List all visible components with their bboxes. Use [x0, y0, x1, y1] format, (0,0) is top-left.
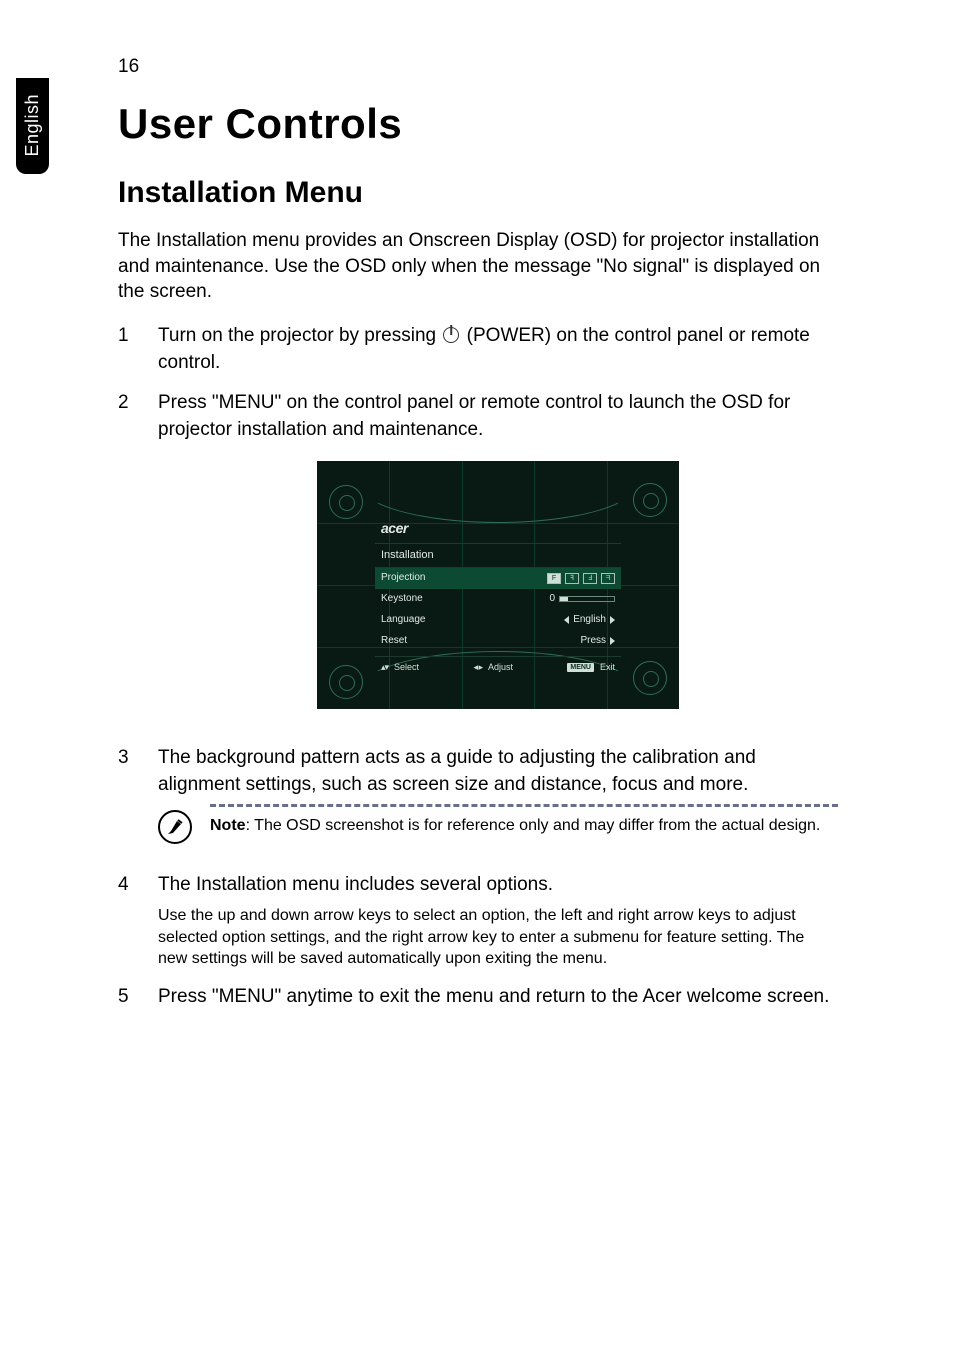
step-4-text: The Installation menu includes several o… — [158, 874, 553, 895]
osd-row-label: Reset — [381, 634, 495, 648]
note-body: : The OSD screenshot is for reference on… — [246, 817, 821, 834]
osd-row-keystone[interactable]: Keystone 0 — [375, 589, 621, 610]
language-value: English — [573, 613, 606, 627]
step-4-subtext: Use the up and down arrow keys to select… — [158, 905, 838, 970]
osd-row-value: F ꟻ Ⅎ ᖷ — [495, 573, 615, 584]
menu-badge: MENU — [567, 663, 594, 673]
osd-row-projection[interactable]: Projection F ꟻ Ⅎ ᖷ — [375, 568, 621, 589]
step-body: The background pattern acts as a guide t… — [158, 745, 838, 858]
step-body: Press "MENU" on the control panel or rem… — [158, 390, 838, 731]
arrow-right-icon[interactable] — [610, 616, 615, 624]
osd-row-label: Keystone — [381, 592, 495, 606]
osd-brand: acer — [375, 517, 621, 544]
osd-row-label: Language — [381, 613, 495, 627]
osd-menu: acer Installation Projection F ꟻ Ⅎ ᖷ — [375, 517, 621, 652]
page-number: 16 — [118, 56, 139, 78]
step-1-text-before: Turn on the projector by pressing — [158, 325, 441, 346]
osd-menu-title: Installation — [375, 544, 621, 568]
language-tab-label: English — [22, 94, 43, 157]
updown-arrows-icon: ▴▾ — [381, 661, 388, 674]
projection-mode-icon: ꟻ — [565, 573, 579, 584]
steps-list: 1 Turn on the projector by pressing (POW… — [118, 323, 838, 1011]
arrow-right-icon[interactable] — [610, 637, 615, 645]
step-4: 4 The Installation menu includes several… — [118, 872, 838, 969]
calibration-arc — [358, 461, 638, 523]
step-body: Turn on the projector by pressing (POWER… — [158, 323, 838, 376]
intro-paragraph: The Installation menu provides an Onscre… — [118, 228, 838, 305]
projection-mode-icon: ᖷ — [601, 573, 615, 584]
step-5: 5 Press "MENU" anytime to exit the menu … — [118, 984, 838, 1011]
calibration-circle — [329, 485, 363, 519]
step-3-text: The background pattern acts as a guide t… — [158, 747, 756, 795]
note-label: Note — [210, 817, 246, 834]
projection-mode-icon: Ⅎ — [583, 573, 597, 584]
step-number: 4 — [118, 872, 158, 969]
osd-screen: acer Installation Projection F ꟻ Ⅎ ᖷ — [317, 461, 679, 709]
page-content: User Controls Installation Menu The Inst… — [118, 100, 838, 1024]
osd-row-value: Press — [495, 634, 615, 648]
projection-mode-icon: F — [547, 573, 561, 584]
osd-row-reset[interactable]: Reset Press — [375, 631, 621, 652]
language-tab: English — [16, 78, 49, 174]
footer-exit: Exit — [600, 661, 615, 674]
step-number: 1 — [118, 323, 158, 376]
note-content: Note: The OSD screenshot is for referenc… — [210, 804, 838, 837]
step-body: Press "MENU" anytime to exit the menu an… — [158, 984, 838, 1011]
note-icon — [158, 810, 192, 844]
step-number: 2 — [118, 390, 158, 731]
keystone-value: 0 — [549, 592, 555, 606]
footer-adjust: Adjust — [488, 661, 513, 674]
power-icon — [443, 327, 459, 343]
osd-row-value: 0 — [495, 592, 615, 606]
calibration-circle — [633, 483, 667, 517]
step-3: 3 The background pattern acts as a guide… — [118, 745, 838, 858]
step-number: 5 — [118, 984, 158, 1011]
arrow-left-icon[interactable] — [564, 616, 569, 624]
osd-footer: ▴▾ Select ◂ ▸ Adjust MENU Exit — [375, 656, 621, 678]
osd-row-value: English — [495, 613, 615, 627]
step-2-text: Press "MENU" on the control panel or rem… — [158, 392, 790, 440]
note-block: Note: The OSD screenshot is for referenc… — [158, 804, 838, 844]
keystone-slider[interactable] — [559, 596, 615, 602]
reset-value: Press — [580, 634, 606, 648]
calibration-circle — [633, 661, 667, 695]
step-2: 2 Press "MENU" on the control panel or r… — [118, 390, 838, 731]
step-number: 3 — [118, 745, 158, 858]
step-body: The Installation menu includes several o… — [158, 872, 838, 969]
note-divider — [210, 804, 838, 807]
osd-row-label: Projection — [381, 571, 495, 585]
leftright-arrows-icon: ◂ ▸ — [473, 661, 482, 674]
page-title: User Controls — [118, 100, 838, 148]
note-text: Note: The OSD screenshot is for referenc… — [210, 815, 838, 837]
osd-row-language[interactable]: Language English — [375, 610, 621, 631]
section-title: Installation Menu — [118, 176, 838, 210]
footer-select: Select — [394, 661, 419, 674]
osd-screenshot: acer Installation Projection F ꟻ Ⅎ ᖷ — [317, 461, 679, 709]
step-1: 1 Turn on the projector by pressing (POW… — [118, 323, 838, 376]
